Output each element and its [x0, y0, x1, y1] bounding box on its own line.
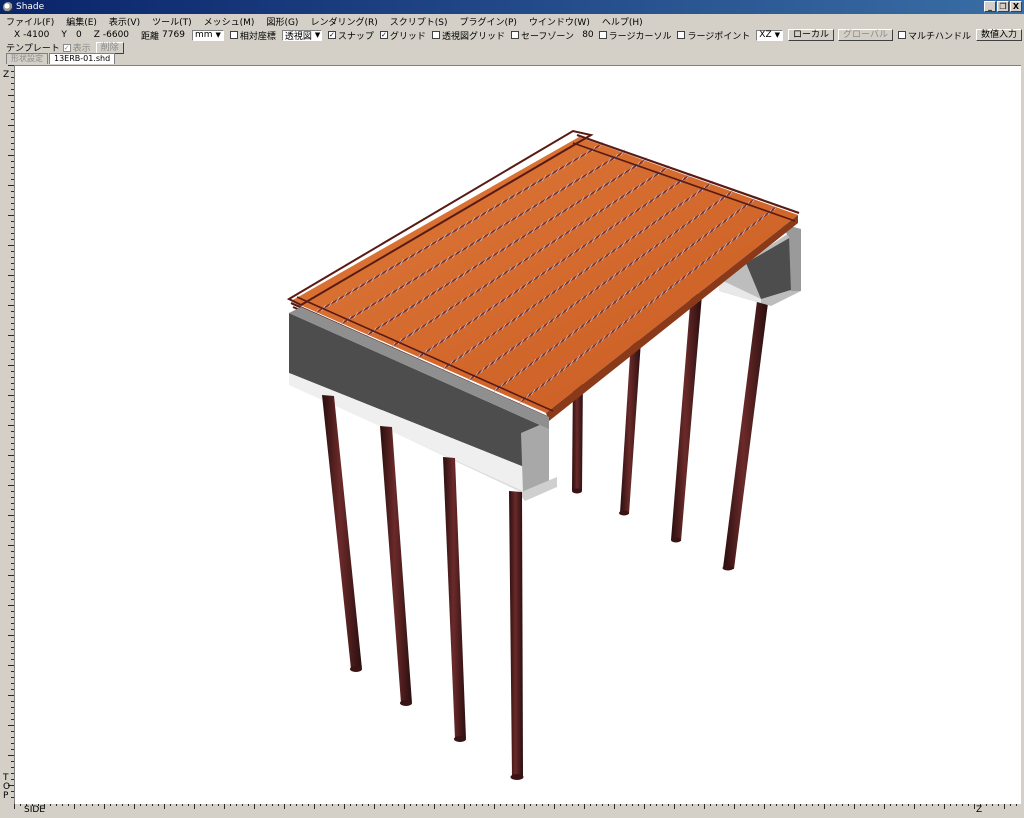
z-label: Z [93, 30, 100, 40]
check-icon: ✓ [379, 31, 388, 39]
relative-coords-checkbox[interactable]: 相対座標 [229, 29, 276, 42]
checkbox-box [229, 31, 238, 39]
relative-coords-label: 相対座標 [239, 31, 276, 42]
snap-checkbox[interactable]: ✓ スナップ [327, 29, 374, 42]
safe-zone-value[interactable]: 80 [578, 29, 594, 41]
large-point-label: ラージポイント [687, 31, 751, 42]
view-mode-value: 透視図 [284, 31, 312, 42]
y-label: Y [61, 30, 67, 40]
numeric-input-button[interactable]: 数値入力 [975, 29, 1022, 41]
checkbox-box [598, 31, 607, 39]
x-value[interactable]: -4100 [23, 30, 49, 40]
snap-label: スナップ [337, 31, 374, 42]
large-cursor-checkbox[interactable]: ラージカーソル [598, 29, 672, 42]
menu-rendering[interactable]: レンダリング(R) [310, 15, 377, 28]
grid-checkbox[interactable]: ✓ グリッド [379, 29, 426, 42]
plane-select[interactable]: XZ ▼ [756, 29, 784, 41]
multi-handle-checkbox[interactable]: マルチハンドル [897, 29, 971, 42]
dropdown-arrow-icon: ▼ [314, 31, 321, 39]
large-cursor-label: ラージカーソル [608, 31, 672, 42]
axis-label-p: P [3, 791, 9, 801]
unit-select[interactable]: mm ▼ [191, 29, 224, 41]
left-ruler-ticks [8, 65, 14, 798]
axis-label-z-top: Z [3, 70, 10, 80]
left-ruler: Z T O P [0, 65, 14, 803]
menu-mesh[interactable]: メッシュ(M) [204, 15, 255, 28]
tab-document[interactable]: 13ERB-01.shd [49, 53, 116, 64]
bottom-ruler: SIDE Z [14, 803, 1020, 815]
restore-button[interactable]: ❐ [997, 1, 1009, 12]
menu-edit[interactable]: 編集(E) [66, 15, 97, 28]
view-mode-select[interactable]: 透視図 ▼ [281, 29, 322, 42]
perspective-viewport[interactable] [14, 65, 1021, 804]
bottom-ruler-ticks [14, 803, 1017, 809]
z-value[interactable]: -6600 [103, 30, 129, 40]
local-button[interactable]: ローカル [788, 29, 835, 41]
menu-plugin[interactable]: プラグイン(P) [459, 15, 516, 28]
coordinate-bar: X -4100 Y 0 Z -6600 距離 7769 mm ▼ 相対座標 透視… [0, 28, 1024, 42]
checkbox-box [677, 31, 686, 39]
checkbox-box [431, 31, 440, 39]
grid-label: グリッド [389, 31, 426, 42]
window-controls: _ ❐ X [984, 1, 1022, 12]
global-button[interactable]: グローバル [838, 29, 893, 41]
dropdown-arrow-icon: ▼ [215, 31, 221, 39]
dropdown-arrow-icon: ▼ [774, 31, 781, 39]
menu-help[interactable]: ヘルプ(H) [602, 15, 643, 28]
template-delete-button[interactable]: 削除 [95, 41, 124, 54]
safe-zone-label: セーフゾーン [520, 31, 574, 42]
minimize-button[interactable]: _ [984, 1, 996, 12]
checkbox-box [510, 31, 519, 39]
scene-render [286, 129, 801, 780]
checkbox-box [897, 31, 906, 39]
perspective-grid-checkbox[interactable]: 透視図グリッド [431, 29, 505, 42]
multi-handle-label: マルチハンドル [907, 31, 971, 42]
title-bar: Shade _ ❐ X [0, 0, 1024, 14]
menu-script[interactable]: スクリプト(S) [390, 15, 448, 28]
y-value[interactable]: 0 [70, 30, 82, 40]
perspective-grid-label: 透視図グリッド [441, 31, 505, 42]
x-label: X [14, 30, 21, 40]
menu-shape[interactable]: 図形(G) [266, 15, 298, 28]
tab-shape-settings[interactable]: 形状設定 [6, 53, 48, 64]
distance-value[interactable]: 7769 [162, 30, 185, 40]
menu-bar: ファイル(F) 編集(E) 表示(V) ツール(T) メッシュ(M) 図形(G)… [0, 14, 1024, 28]
menu-window[interactable]: ウインドウ(W) [529, 15, 590, 28]
window-title: Shade [16, 2, 45, 12]
axis-label-side: SIDE [24, 805, 45, 815]
large-point-checkbox[interactable]: ラージポイント [677, 29, 750, 42]
menu-file[interactable]: ファイル(F) [6, 15, 54, 28]
app-icon [3, 2, 13, 12]
plane-value: XZ [759, 30, 772, 40]
menu-view[interactable]: 表示(V) [109, 15, 140, 28]
unit-value: mm [194, 30, 213, 40]
distance-label: 距離 [141, 31, 160, 42]
template-bar: テンプレート ✓ 表示 削除 [0, 41, 1024, 54]
close-button[interactable]: X [1010, 1, 1022, 12]
check-icon: ✓ [327, 31, 336, 39]
menu-tool[interactable]: ツール(T) [152, 15, 192, 28]
axis-label-z-right: Z [976, 805, 983, 815]
document-tabs: 形状設定 13ERB-01.shd [0, 53, 1024, 64]
check-icon: ✓ [62, 43, 71, 52]
safe-zone-checkbox[interactable]: セーフゾーン [510, 29, 574, 42]
